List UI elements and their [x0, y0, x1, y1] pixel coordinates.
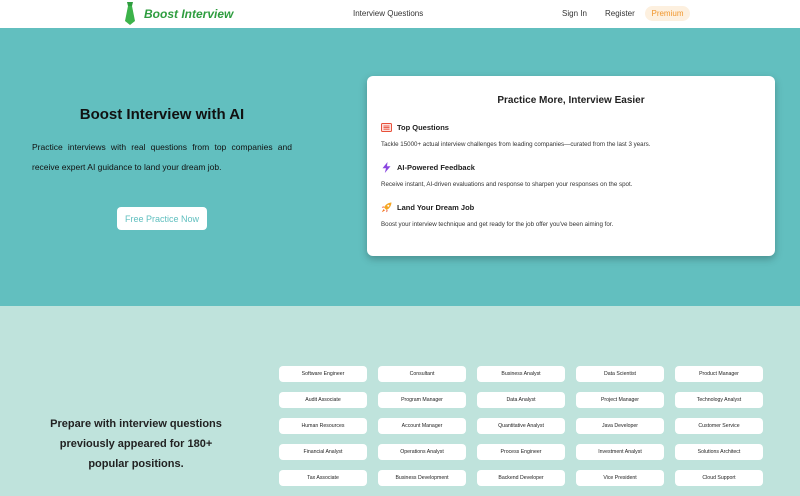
position-chip[interactable]: Financial Analyst — [279, 444, 367, 460]
position-chip[interactable]: Operations Analyst — [378, 444, 466, 460]
positions-section: Prepare with interview questions previou… — [0, 306, 800, 496]
sign-in-link[interactable]: Sign In — [562, 9, 587, 18]
rocket-icon — [381, 202, 392, 213]
position-chip[interactable]: Customer Service — [675, 418, 763, 434]
position-chip[interactable]: Software Engineer — [279, 366, 367, 382]
position-chip[interactable]: Solutions Architect — [675, 444, 763, 460]
position-chip[interactable]: Backend Developer — [477, 470, 565, 486]
brand-name: Boost Interview — [144, 6, 234, 21]
position-chip[interactable]: Cloud Support — [675, 470, 763, 486]
premium-button[interactable]: Premium — [645, 6, 690, 21]
hero-title: Boost Interview with AI — [79, 106, 245, 123]
feature-name: AI-Powered Feedback — [397, 163, 475, 172]
positions-grid: Software Engineer Consultant Business Anal… — [279, 366, 763, 486]
position-chip[interactable]: Investment Analyst — [576, 444, 664, 460]
position-chip[interactable]: Business Development — [378, 470, 466, 486]
top-nav: Boost Interview Interview Questions Sign… — [0, 0, 800, 28]
feature-description: Tackle 15000+ actual interview challenge… — [381, 141, 651, 148]
position-chip[interactable]: Program Manager — [378, 392, 466, 408]
position-chip[interactable]: Data Scientist — [576, 366, 664, 382]
position-chip[interactable]: Business Analyst — [477, 366, 565, 382]
position-chip[interactable]: Human Resources — [279, 418, 367, 434]
position-chip[interactable]: Audit Associate — [279, 392, 367, 408]
features-card: Practice More, Interview Easier Top Ques… — [367, 76, 775, 256]
lightning-icon — [381, 162, 392, 173]
feature-ai-feedback: AI-Powered Feedback Receive instant, AI-… — [381, 162, 632, 188]
position-chip[interactable]: Consultant — [378, 366, 466, 382]
position-chip[interactable]: Process Engineer — [477, 444, 565, 460]
position-chip[interactable]: Java Developer — [576, 418, 664, 434]
position-chip[interactable]: Tax Associate — [279, 470, 367, 486]
position-chip[interactable]: Quantitative Analyst — [477, 418, 565, 434]
feature-description: Boost your interview technique and get r… — [381, 221, 614, 228]
hero-section: Boost Interview with AI Practice intervi… — [0, 28, 800, 306]
feature-top-questions: Top Questions Tackle 15000+ actual inter… — [381, 122, 650, 148]
tie-logo-icon — [124, 2, 136, 25]
brand-logo[interactable]: Boost Interview — [124, 2, 233, 25]
card-title: Practice More, Interview Easier — [497, 95, 645, 106]
feature-dream-job: Land Your Dream Job Boost your interview… — [381, 202, 613, 228]
list-icon — [381, 122, 392, 133]
register-link[interactable]: Register — [605, 9, 635, 18]
positions-title: Prepare with interview questions previou… — [50, 418, 222, 470]
position-chip[interactable]: Data Analyst — [477, 392, 565, 408]
position-chip[interactable]: Project Manager — [576, 392, 664, 408]
position-chip[interactable]: Vice President — [576, 470, 664, 486]
position-chip[interactable]: Product Manager — [675, 366, 763, 382]
feature-description: Receive instant, AI-driven evaluations a… — [381, 181, 633, 188]
feature-name: Top Questions — [397, 123, 449, 132]
hero-description: Practice interviews with real questions … — [32, 142, 292, 172]
free-practice-button[interactable]: Free Practice Now — [117, 207, 207, 230]
position-chip[interactable]: Technology Analyst — [675, 392, 763, 408]
feature-name: Land Your Dream Job — [397, 203, 475, 212]
nav-interview-questions[interactable]: Interview Questions — [353, 9, 423, 18]
position-chip[interactable]: Account Manager — [378, 418, 466, 434]
